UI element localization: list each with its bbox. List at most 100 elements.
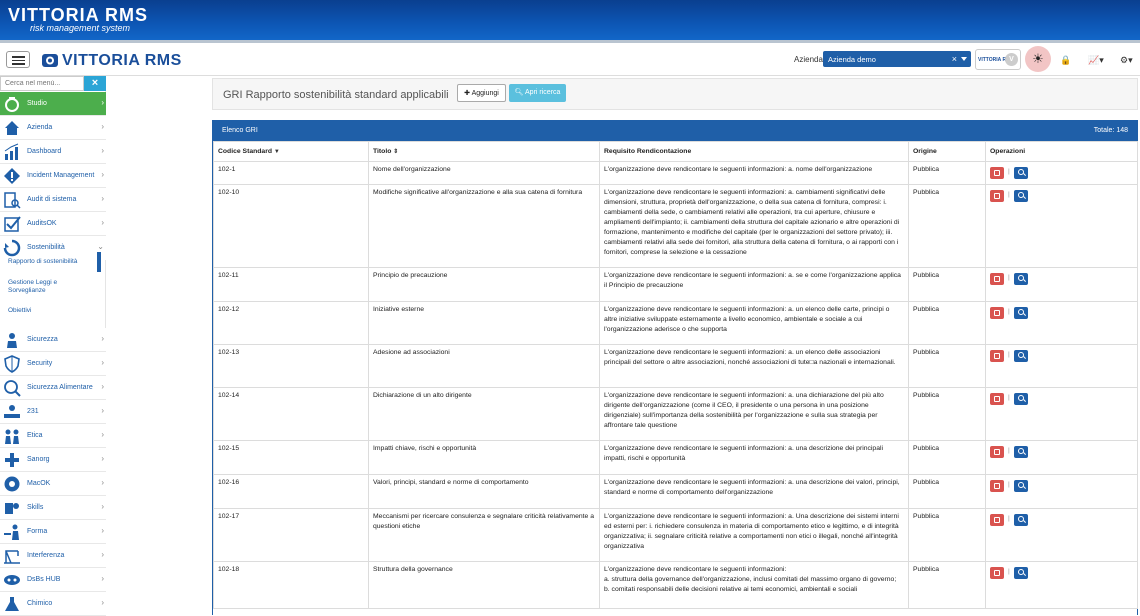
cell-requisito: L'organizzazione deve rendicontare le se… xyxy=(599,267,909,302)
view-search-button[interactable] xyxy=(1013,167,1028,179)
people-icon xyxy=(5,429,19,444)
delete-button[interactable] xyxy=(990,190,1004,202)
page-title: GRI Rapporto sostenibilità standard appl… xyxy=(223,89,449,101)
col-header-codice[interactable]: Codice Standard ▼ xyxy=(213,141,369,162)
cell-title: Struttura della governance xyxy=(368,561,600,609)
house-icon xyxy=(5,121,19,135)
company-logo-badge: VITTORIA RMS V xyxy=(975,49,1021,70)
recycle-icon xyxy=(3,239,21,257)
settings-menu-icon[interactable]: ⚙▾ xyxy=(1120,55,1133,66)
table-header-row: Codice Standard ▼ Titolo ⇕ Requisito Ren… xyxy=(213,141,1138,162)
sidebar-item-audit-di-sistema[interactable]: Audit di sistema › xyxy=(0,188,106,212)
sidebar-item-231[interactable]: 231 › xyxy=(0,400,106,424)
separator: | xyxy=(1008,481,1010,488)
view-search-button[interactable] xyxy=(1013,514,1028,526)
menu-search-input[interactable] xyxy=(0,76,84,91)
sidebar-item-sanorg[interactable]: Sanorg › xyxy=(0,448,106,472)
view-search-button[interactable] xyxy=(1013,307,1028,319)
chevron-right-icon: › xyxy=(101,146,104,155)
table-row: 102-1 Nome dell'organizzazione L'organizza… xyxy=(213,161,1138,185)
view-search-button[interactable] xyxy=(1013,350,1028,362)
sidebar-item-label: Sanorg xyxy=(27,456,50,463)
azienda-select[interactable]: Azienda demo × xyxy=(823,51,971,67)
chevron-right-icon: › xyxy=(101,550,104,559)
cell-code: 102-16 xyxy=(213,474,369,509)
delete-button[interactable] xyxy=(990,514,1004,526)
chevron-right-icon: › xyxy=(101,502,104,511)
table-row: 102-14 Dichiarazione di un alto dirigente… xyxy=(213,387,1138,441)
sidebar-subitem-rapporto-sostenibilita[interactable]: Rapporto di sostenibilità xyxy=(0,258,106,266)
theme-sun-icon[interactable]: ☀ xyxy=(1025,46,1051,72)
cell-title: Nome dell'organizzazione xyxy=(368,161,600,185)
sidebar-subitem-gestione-leggi[interactable]: Gestione Leggi e Sorveglianze xyxy=(0,279,70,295)
cell-requisito: L'organizzazione deve rendicontare le se… xyxy=(599,161,909,185)
table-row: 102-16 Valori, principi, standard e norme… xyxy=(213,474,1138,509)
delete-button[interactable] xyxy=(990,480,1004,492)
table-row: 102-12 Iniziative esterne L'organizzazione… xyxy=(213,301,1138,345)
sidebar-item-label: Sicurezza Alimentare xyxy=(27,384,93,391)
sidebar-item-sicurezza-alimentare[interactable]: Sicurezza Alimentare › xyxy=(0,376,106,400)
lock-icon[interactable]: 🔒 xyxy=(1060,55,1071,66)
sidebar-item-etica[interactable]: Etica › xyxy=(0,424,106,448)
delete-button[interactable] xyxy=(990,350,1004,362)
sidebar-item-azienda[interactable]: Azienda › xyxy=(0,116,106,140)
sidebar-item-incident-management[interactable]: Incident Management › xyxy=(0,164,106,188)
azienda-clear-icon[interactable]: × xyxy=(952,54,957,64)
cell-title: Principio de precauzione xyxy=(368,267,600,302)
cell-requisito: L'organizzazione deve rendicontare le se… xyxy=(599,440,909,475)
chevron-right-icon: › xyxy=(101,574,104,583)
open-search-button-label: Apri ricerca xyxy=(525,89,561,96)
delete-button[interactable] xyxy=(990,307,1004,319)
app-logo-text: VITTORIA RMS xyxy=(62,52,182,69)
delete-button[interactable] xyxy=(990,393,1004,405)
delete-button[interactable] xyxy=(990,167,1004,179)
sidebar-item-sicurezza[interactable]: Sicurezza › xyxy=(0,328,106,352)
col-header-titolo[interactable]: Titolo ⇕ xyxy=(368,141,600,162)
sidebar-item-label: Dashboard xyxy=(27,148,62,155)
cell-origine: Pubblica xyxy=(908,474,986,509)
add-button[interactable]: ✚ Aggiungi xyxy=(457,84,506,102)
sidebar-item-interferenza[interactable]: Interferenza › xyxy=(0,544,106,568)
cell-code: 102-11 xyxy=(213,267,369,302)
delete-button[interactable] xyxy=(990,567,1004,579)
menu-search-clear-button[interactable]: × xyxy=(84,76,106,91)
chart-menu-icon[interactable]: 📈▾ xyxy=(1088,55,1104,66)
shield-icon xyxy=(4,355,20,373)
delete-button[interactable] xyxy=(990,446,1004,458)
col-header-label: Titolo xyxy=(373,148,392,155)
sidebar-item-skills[interactable]: Skills › xyxy=(0,496,106,520)
chevron-down-icon: ⌄ xyxy=(97,242,104,251)
view-search-button[interactable] xyxy=(1013,567,1028,579)
chevron-right-icon: › xyxy=(101,194,104,203)
sidebar-item-security[interactable]: Security › xyxy=(0,352,106,376)
menu-toggle-button[interactable] xyxy=(6,51,30,68)
view-search-button[interactable] xyxy=(1013,393,1028,405)
app-logo[interactable]: VITTORIA RMS xyxy=(40,48,190,72)
view-search-button[interactable] xyxy=(1013,446,1028,458)
sidebar-item-forma[interactable]: Forma › xyxy=(0,520,106,544)
sidebar-item-dsbs-hub[interactable]: DsBs HUB › xyxy=(0,568,106,592)
chevron-right-icon: › xyxy=(101,406,104,415)
delete-button[interactable] xyxy=(990,273,1004,285)
cell-code: 102-17 xyxy=(213,508,369,562)
chevron-right-icon: › xyxy=(101,454,104,463)
cell-title: Iniziative esterne xyxy=(368,301,600,345)
sidebar-item-auditsok[interactable]: AuditsOK › xyxy=(0,212,106,236)
chevron-right-icon: › xyxy=(101,98,104,107)
sidebar-item-dashboard[interactable]: Dashboard › xyxy=(0,140,106,164)
sidebar-item-chimico[interactable]: Chimico › xyxy=(0,592,106,616)
panel-title: Elenco GRI xyxy=(222,127,258,134)
sidebar-subitem-obiettivi[interactable]: Obiettivi xyxy=(0,307,106,315)
separator: | xyxy=(1008,274,1010,281)
view-search-button[interactable] xyxy=(1013,190,1028,202)
sidebar: × Studio › Azienda › Dashboard › Incident M… xyxy=(0,76,106,616)
sidebar-item-studio[interactable]: Studio › xyxy=(0,92,106,116)
teacher-icon xyxy=(4,524,19,540)
add-button-label: Aggiungi xyxy=(471,90,499,97)
sidebar-item-macok[interactable]: MacOK › xyxy=(0,472,106,496)
sort-icon: ⇕ xyxy=(393,149,399,155)
view-search-button[interactable] xyxy=(1013,273,1028,285)
sidebar-item-sostenibilita[interactable]: Sostenibilità ⌄ xyxy=(0,236,106,260)
view-search-button[interactable] xyxy=(1013,480,1028,492)
open-search-button[interactable]: 🔍︎ Apri ricerca xyxy=(509,84,566,102)
